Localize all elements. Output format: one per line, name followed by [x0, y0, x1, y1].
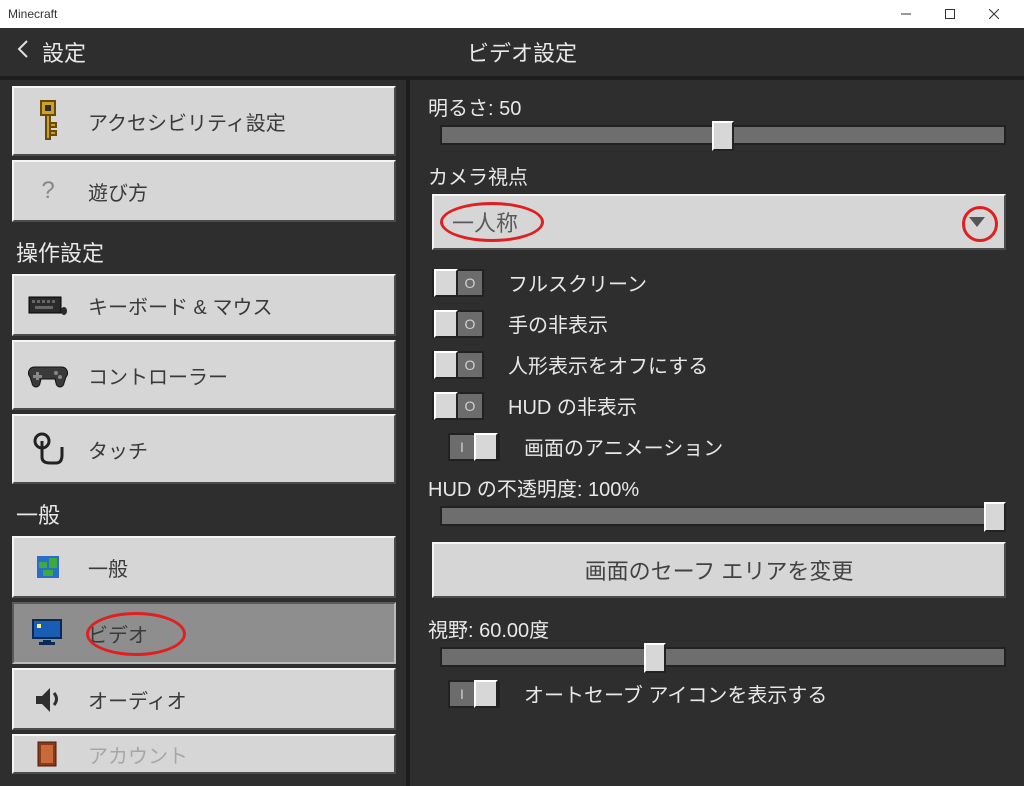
toggle-label: HUD の非表示	[508, 391, 637, 420]
back-button[interactable]: 設定	[16, 36, 86, 68]
sidebar-item-video[interactable]: ビデオ	[12, 602, 396, 664]
close-button[interactable]	[972, 0, 1016, 28]
autosave-icon-toggle[interactable]: I	[448, 680, 500, 708]
hud-opacity-slider[interactable]	[440, 506, 1006, 526]
monitor-icon	[28, 613, 68, 653]
sidebar-item-touch[interactable]: タッチ	[12, 414, 396, 484]
hide-hand-toggle[interactable]: O	[432, 310, 484, 338]
sidebar-item-label: 一般	[88, 553, 128, 582]
toggle-label: 画面のアニメーション	[524, 432, 723, 461]
hud-opacity-label: HUD の不透明度: 100%	[428, 473, 1010, 502]
keyboard-icon	[28, 285, 68, 325]
section-header-controls: 操作設定	[12, 226, 396, 274]
sidebar-item-label: ビデオ	[88, 619, 148, 648]
chevron-down-icon	[968, 213, 986, 231]
page-header: 設定 ビデオ設定	[0, 28, 1024, 76]
sidebar-item-account[interactable]: アカウント	[12, 734, 396, 774]
hide-hud-toggle[interactable]: O	[432, 392, 484, 420]
sidebar-item-howtoplay[interactable]: ? 遊び方	[12, 160, 396, 222]
sidebar-item-label: アカウント	[88, 740, 188, 769]
brightness-label: 明るさ: 50	[428, 92, 1010, 121]
window-titlebar: Minecraft	[0, 0, 1024, 28]
sidebar-item-keyboard[interactable]: キーボード & マウス	[12, 274, 396, 336]
audio-icon	[28, 679, 68, 719]
chevron-left-icon	[16, 39, 30, 65]
fullscreen-toggle[interactable]: O	[432, 269, 484, 297]
back-label: 設定	[42, 36, 86, 68]
safe-area-button[interactable]: 画面のセーフ エリアを変更	[432, 542, 1006, 598]
dropdown-value: 一人称	[452, 206, 518, 238]
fov-slider[interactable]	[440, 647, 1006, 667]
brightness-slider[interactable]	[440, 125, 1006, 145]
sidebar-item-label: アクセシビリティ設定	[88, 107, 286, 136]
sidebar-item-audio[interactable]: オーディオ	[12, 668, 396, 730]
toggle-label: 手の非表示	[508, 309, 608, 338]
toggle-label: 人形表示をオフにする	[508, 350, 708, 379]
book-icon	[28, 734, 68, 774]
toggle-label: フルスクリーン	[508, 268, 647, 297]
camera-perspective-dropdown[interactable]: 一人称	[432, 194, 1006, 250]
window-title: Minecraft	[8, 7, 57, 21]
question-icon: ?	[28, 171, 68, 211]
sidebar-item-label: オーディオ	[88, 685, 187, 714]
sidebar-item-label: 遊び方	[88, 177, 148, 206]
hide-paperdoll-toggle[interactable]: O	[432, 351, 484, 379]
settings-panel: 明るさ: 50 カメラ視点 一人称 O フルスクリーン	[410, 80, 1024, 786]
world-icon	[28, 547, 68, 587]
minimize-button[interactable]	[884, 0, 928, 28]
fov-label: 視野: 60.00度	[428, 614, 1010, 643]
screen-animation-toggle[interactable]: I	[448, 433, 500, 461]
maximize-button[interactable]	[928, 0, 972, 28]
gamepad-icon	[28, 355, 68, 395]
sidebar-item-label: コントローラー	[88, 361, 228, 390]
key-icon	[28, 101, 68, 141]
sidebar-item-controller[interactable]: コントローラー	[12, 340, 396, 410]
camera-perspective-label: カメラ視点	[428, 161, 1010, 190]
sidebar-item-label: タッチ	[88, 435, 148, 464]
settings-sidebar: アクセシビリティ設定 ? 遊び方 操作設定 キーボード & マウス コントローラ…	[0, 80, 410, 786]
sidebar-item-accessibility[interactable]: アクセシビリティ設定	[12, 86, 396, 156]
touch-icon	[28, 429, 68, 469]
sidebar-item-label: キーボード & マウス	[88, 291, 272, 320]
sidebar-item-general[interactable]: 一般	[12, 536, 396, 598]
page-title: ビデオ設定	[86, 36, 1008, 68]
toggle-label: オートセーブ アイコンを表示する	[524, 679, 827, 708]
section-header-general: 一般	[12, 488, 396, 536]
